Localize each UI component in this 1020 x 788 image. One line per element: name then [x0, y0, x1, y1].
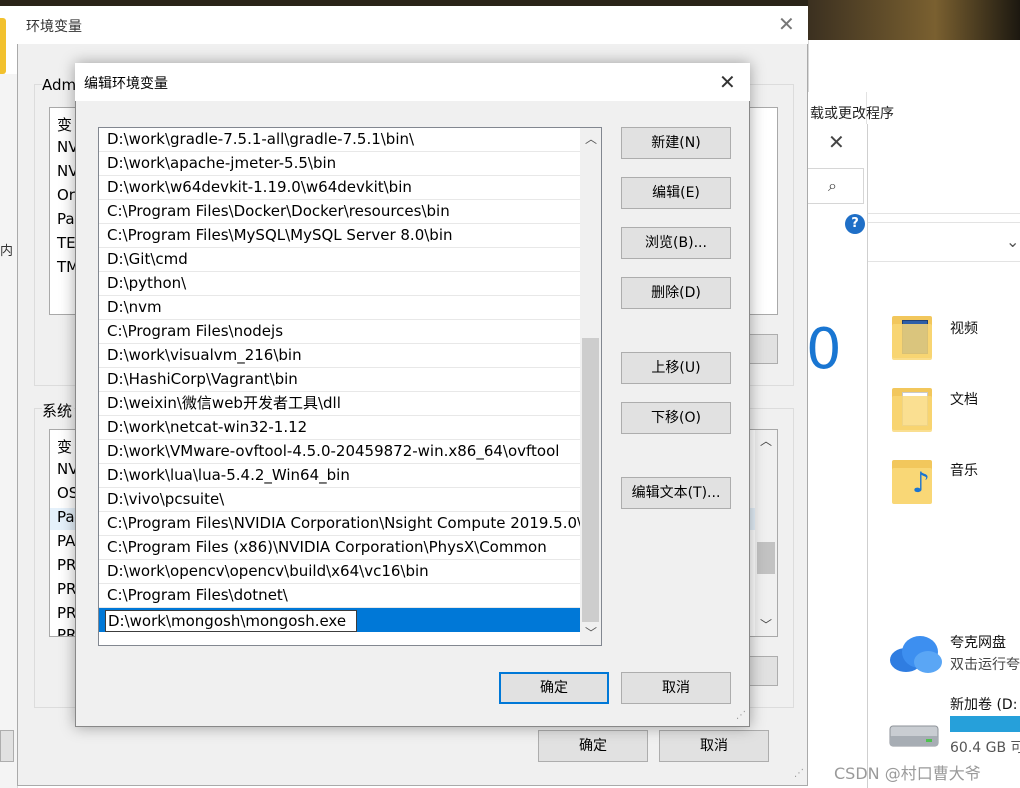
path-entry[interactable]: C:\Program Files\NVIDIA Corporation\Nsig… [99, 512, 580, 536]
move-down-button[interactable]: 下移(O) [621, 402, 731, 434]
chevron-down-icon[interactable]: ﹀ [585, 624, 597, 641]
list-item[interactable]: PR [57, 604, 76, 622]
path-entry[interactable]: D:\work\netcat-win32-1.12 [99, 416, 580, 440]
edit-dialog-title: 编辑环境变量 [84, 76, 168, 92]
chevron-up-icon[interactable]: ︿ [760, 432, 772, 449]
delete-button[interactable]: 删除(D) [621, 277, 731, 309]
quick-access-documents[interactable]: 文档 [950, 389, 978, 409]
chevron-up-icon[interactable]: ︿ [585, 130, 597, 147]
path-entry[interactable]: C:\Program Files\Docker\Docker\resources… [99, 200, 580, 224]
list-item[interactable]: PR [57, 556, 76, 574]
list-item[interactable]: 变 [57, 114, 72, 135]
video-folder-icon[interactable] [890, 312, 934, 362]
resize-grip-icon[interactable]: ⋰ [794, 768, 804, 779]
uninstall-program-command[interactable]: 载或更改程序 [810, 103, 894, 123]
music-note-icon: ♪ [912, 466, 930, 499]
path-entry[interactable]: D:\weixin\微信web开发者工具\dll [99, 392, 580, 416]
user-variables-label: Adm [42, 76, 79, 94]
system-delete-button[interactable] [746, 656, 778, 686]
path-entry[interactable]: D:\python\ [99, 272, 580, 296]
quick-access-video[interactable]: 视频 [950, 318, 978, 338]
app-icon-edge [0, 18, 6, 74]
list-item[interactable]: PR [57, 626, 76, 636]
background-window-sliver [0, 74, 18, 788]
edit-text-button[interactable]: 编辑文本(T)... [621, 477, 731, 509]
path-entry[interactable]: D:\work\opencv\opencv\build\x64\vc16\bin [99, 560, 580, 584]
env-cancel-button[interactable]: 取消 [659, 730, 769, 762]
path-entry[interactable]: C:\Program Files\dotnet\ [99, 584, 580, 608]
resize-grip-icon[interactable]: ⋰ [736, 710, 746, 721]
chevron-down-icon[interactable]: ⌄ [1006, 232, 1019, 251]
path-entry[interactable]: D:\work\gradle-7.5.1-all\gradle-7.5.1\bi… [99, 128, 580, 152]
list-item[interactable]: TE [57, 234, 76, 252]
chevron-down-icon[interactable]: ﹀ [760, 616, 772, 633]
path-entry[interactable]: D:\HashiCorp\Vagrant\bin [99, 368, 580, 392]
edit-button[interactable]: 编辑(E) [621, 177, 731, 209]
watermark: CSDN @村口曹大爷 [834, 764, 981, 783]
path-edit-input[interactable] [105, 610, 357, 632]
drive-title[interactable]: 新加卷 (D: [950, 694, 1020, 714]
search-icon[interactable]: ⌕ [828, 176, 837, 196]
list-item[interactable]: Or [57, 186, 75, 204]
env-ok-button[interactable]: 确定 [538, 730, 648, 762]
path-entry[interactable]: C:\Program Files\MySQL\MySQL Server 8.0\… [99, 224, 580, 248]
close-icon[interactable]: ✕ [828, 132, 845, 152]
path-entry[interactable]: C:\Program Files (x86)\NVIDIA Corporatio… [99, 536, 580, 560]
new-button[interactable]: 新建(N) [621, 127, 731, 159]
ok-button[interactable]: 确定 [499, 672, 609, 704]
documents-folder-icon[interactable] [890, 384, 934, 434]
scrollbar-thumb[interactable] [582, 338, 599, 622]
user-delete-button[interactable] [746, 334, 778, 364]
system-list-scrollbar[interactable] [755, 430, 777, 636]
background-image-edge [808, 0, 1020, 40]
list-item[interactable]: PR [57, 580, 76, 598]
path-entry[interactable]: C:\Program Files\nodejs [99, 320, 580, 344]
large-digit: 0 [806, 317, 842, 382]
path-entry[interactable]: D:\work\VMware-ovftool-4.5.0-20459872-wi… [99, 440, 580, 464]
hard-drive-icon[interactable] [888, 722, 940, 750]
path-entry[interactable]: D:\work\apache-jmeter-5.5\bin [99, 152, 580, 176]
env-dialog-title: 环境变量 [26, 19, 82, 35]
path-entry[interactable]: D:\nvm [99, 296, 580, 320]
partial-button[interactable] [0, 730, 14, 762]
help-icon[interactable]: ? [845, 214, 865, 234]
browse-button[interactable]: 浏览(B)... [621, 227, 731, 259]
address-bar[interactable] [868, 222, 1020, 262]
path-entry[interactable]: D:\work\visualvm_216\bin [99, 344, 580, 368]
path-entries-list[interactable]: D:\work\gradle-7.5.1-all\gradle-7.5.1\bi… [98, 127, 602, 646]
drive-usage-fill [950, 716, 1020, 732]
list-item[interactable]: Pa [57, 210, 75, 228]
path-entry[interactable]: D:\vivo\pcsuite\ [99, 488, 580, 512]
list-item[interactable]: Pa [57, 508, 75, 526]
edit-dialog-titlebar [75, 63, 750, 101]
system-variables-label: 系统 [42, 400, 75, 421]
list-item[interactable]: 变 [57, 436, 72, 457]
move-up-button[interactable]: 上移(U) [621, 352, 731, 384]
cloud-drive-subtitle: 双击运行夸 [950, 657, 1020, 673]
env-dialog-titlebar [17, 6, 808, 44]
path-entry[interactable]: D:\work\lua\lua-5.4.2_Win64_bin [99, 464, 580, 488]
drive-free-space: 60.4 GB 可 [950, 740, 1020, 756]
close-icon[interactable]: ✕ [778, 12, 795, 36]
close-icon[interactable]: ✕ [719, 70, 736, 94]
cancel-button[interactable]: 取消 [621, 672, 731, 704]
path-entry[interactable]: D:\work\w64devkit-1.19.0\w64devkit\bin [99, 176, 580, 200]
path-entry[interactable]: D:\Git\cmd [99, 248, 580, 272]
quick-access-music[interactable]: 音乐 [950, 460, 978, 480]
sliver-text: 内 [0, 244, 14, 259]
list-item[interactable]: PA [57, 532, 75, 550]
cloud-drive-icon[interactable] [884, 628, 944, 678]
scrollbar-thumb[interactable] [757, 542, 775, 574]
cloud-drive-title[interactable]: 夸克网盘 [950, 632, 1006, 652]
